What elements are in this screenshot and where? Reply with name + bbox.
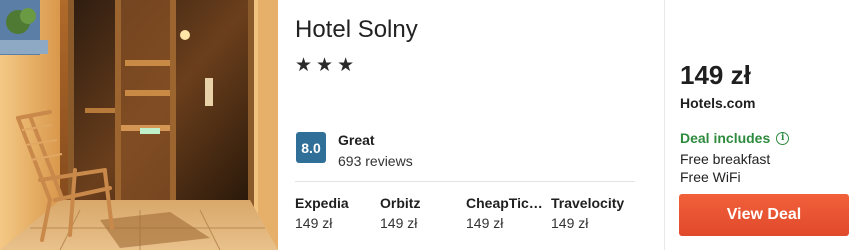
perk-item: Free breakfast — [680, 151, 771, 167]
provider-price-list: Expedia 149 zł Orbitz 149 zł CheapTic… 1… — [295, 195, 645, 235]
provider-item[interactable]: Travelocity 149 zł — [551, 195, 633, 231]
provider-item[interactable]: CheapTic… 149 zł — [466, 195, 548, 231]
deal-includes-text: Deal includes — [680, 130, 771, 146]
provider-price: 149 zł — [295, 215, 333, 231]
provider-price: 149 zł — [380, 215, 418, 231]
info-icon[interactable]: i — [776, 131, 790, 145]
provider-name: CheapTic… — [466, 195, 543, 211]
rating-score-badge: 8.0 — [296, 132, 326, 163]
deal-panel: 149 zł Hotels.com Deal includes i Free b… — [665, 0, 864, 250]
review-count-link[interactable]: 693 reviews — [338, 153, 413, 169]
deal-price: 149 zł — [680, 60, 751, 90]
provider-name: Orbitz — [380, 195, 421, 211]
rating-label: Great — [338, 132, 375, 148]
provider-name: Travelocity — [551, 195, 625, 211]
deal-provider: Hotels.com — [680, 95, 756, 111]
deal-includes-label[interactable]: Deal includes i — [680, 130, 790, 146]
hotel-details: Hotel Solny ★★★ 8.0 Great 693 reviews Ex… — [278, 0, 664, 250]
divider — [295, 181, 635, 182]
hotel-result-card: Hotel Solny ★★★ 8.0 Great 693 reviews Ex… — [0, 0, 864, 250]
provider-price: 149 zł — [466, 215, 504, 231]
hotel-photo[interactable] — [0, 0, 278, 250]
star-rating: ★★★ — [295, 55, 359, 76]
hotel-name[interactable]: Hotel Solny — [295, 16, 418, 44]
provider-item[interactable]: Orbitz 149 zł — [380, 195, 462, 231]
view-deal-button[interactable]: View Deal — [679, 194, 849, 236]
perk-item: Free WiFi — [680, 169, 741, 185]
provider-name: Expedia — [295, 195, 349, 211]
provider-price: 149 zł — [551, 215, 589, 231]
provider-item[interactable]: Expedia 149 zł — [295, 195, 377, 231]
